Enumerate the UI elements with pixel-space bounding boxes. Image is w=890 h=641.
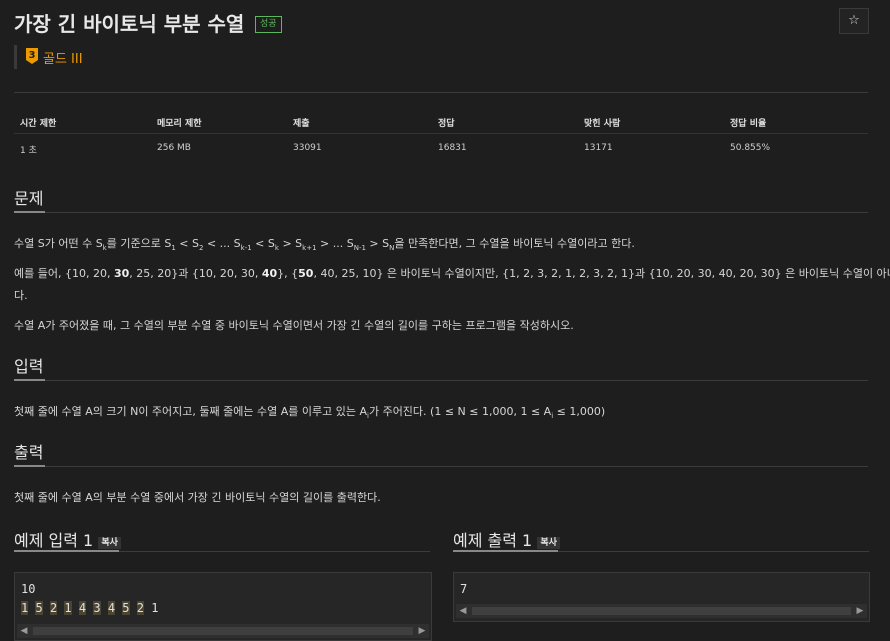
stats-value-time: 1 초 xyxy=(20,146,37,156)
problem-text-line2-cont: 다. xyxy=(14,289,28,302)
stats-value-ratio: 50.855% xyxy=(730,143,771,153)
stats-value-submit[interactable]: 33091 xyxy=(293,143,322,153)
input-token: 5 xyxy=(35,601,43,615)
scroll-right-icon[interactable]: ▶ xyxy=(415,624,429,638)
stats-header-accepted: 정답 xyxy=(438,119,455,129)
input-token: 1 xyxy=(151,601,159,615)
output-heading-underline xyxy=(14,465,45,467)
star-icon: ☆ xyxy=(848,13,860,28)
copy-output-button[interactable]: 복사 xyxy=(537,537,560,549)
example-input-underline xyxy=(14,550,119,552)
stats-header-ratio: 정답 비율 xyxy=(730,119,767,129)
copy-input-button[interactable]: 복사 xyxy=(98,537,121,549)
input-heading: 입력 xyxy=(14,357,44,376)
example-output-scrollbar[interactable]: ◀ ▶ xyxy=(456,604,867,618)
stats-header-solvers: 맞힌 사람 xyxy=(584,119,621,129)
problem-text-line2: 예를 들어, {10, 20, 30, 25, 20}과 {10, 20, 30… xyxy=(14,267,890,280)
example-output-heading: 예제 출력 1 복사 xyxy=(453,527,560,551)
example-input-line2: 1 5 2 1 4 3 4 5 2 1 xyxy=(21,601,158,615)
example-input-heading: 예제 입력 1 복사 xyxy=(14,527,121,551)
example-input-box[interactable]: 10 1 5 2 1 4 3 4 5 2 1 ◀ ▶ xyxy=(14,572,432,641)
example-output-line1: 7 xyxy=(460,582,468,596)
stats-value-memory: 256 MB xyxy=(157,143,191,153)
input-token: 3 xyxy=(93,601,101,615)
example-output-box[interactable]: 7 ◀ ▶ xyxy=(453,572,870,622)
output-divider xyxy=(14,466,868,467)
scroll-thumb[interactable] xyxy=(472,607,851,615)
star-button[interactable]: ☆ xyxy=(839,8,869,34)
problem-text-line3: 수열 A가 주어졌을 때, 그 수열의 부분 수열 중 바이토닉 수열이면서 가… xyxy=(14,319,574,332)
page-title: 가장 긴 바이토닉 부분 수열 xyxy=(14,12,245,36)
problem-text-line1: 수열 S가 어떤 수 Sk를 기준으로 S1 < S2 < ... Sk-1 <… xyxy=(14,237,635,253)
scroll-left-icon[interactable]: ◀ xyxy=(456,604,470,618)
scroll-thumb[interactable] xyxy=(33,627,413,635)
stats-header-memory: 메모리 제한 xyxy=(157,119,202,129)
tier-icon: 3 xyxy=(26,48,38,64)
input-token: 4 xyxy=(107,601,116,615)
input-token: 4 xyxy=(78,601,87,615)
problem-divider xyxy=(14,212,868,213)
stats-value-solvers[interactable]: 13171 xyxy=(584,143,613,153)
input-token: 1 xyxy=(21,601,29,615)
tier-divider xyxy=(14,45,17,69)
input-divider xyxy=(14,380,868,381)
problem-heading: 문제 xyxy=(14,189,44,208)
input-token: 2 xyxy=(49,601,58,615)
tier-label[interactable]: 골드 III xyxy=(43,48,83,67)
problem-heading-underline xyxy=(14,211,45,213)
stats-value-accepted[interactable]: 16831 xyxy=(438,143,467,153)
example-input-line1: 10 xyxy=(21,582,36,596)
input-heading-underline xyxy=(14,379,45,381)
output-text: 첫째 줄에 수열 A의 부분 수열 중에서 가장 긴 바이토닉 수열의 길이를 … xyxy=(14,491,381,504)
input-text: 첫째 줄에 수열 A의 크기 N이 주어지고, 둘째 줄에는 수열 A를 이루고… xyxy=(14,405,606,421)
scroll-left-icon[interactable]: ◀ xyxy=(17,624,31,638)
input-token: 2 xyxy=(136,601,144,615)
input-token: 1 xyxy=(64,601,72,615)
stats-divider xyxy=(14,133,868,134)
header-divider xyxy=(14,92,868,93)
example-output-underline xyxy=(453,550,558,552)
input-token: 5 xyxy=(122,601,130,615)
stats-header-submit: 제출 xyxy=(293,119,310,129)
status-badge: 성공 xyxy=(255,16,282,33)
example-input-scrollbar[interactable]: ◀ ▶ xyxy=(17,624,429,638)
output-heading: 출력 xyxy=(14,443,44,462)
scroll-right-icon[interactable]: ▶ xyxy=(853,604,867,618)
stats-header-time: 시간 제한 xyxy=(20,119,57,129)
